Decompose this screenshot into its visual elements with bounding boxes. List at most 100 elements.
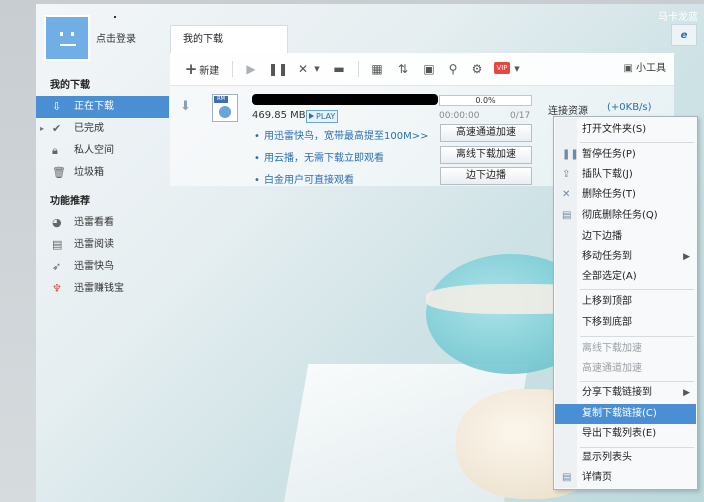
menu-item-label: 下移到底部 [582, 317, 632, 328]
toolbar-divider [358, 61, 359, 77]
pause-icon: ❚❚ [562, 149, 579, 160]
sidebar-item-private-space[interactable]: 🔒︎ 私人空间 [36, 140, 169, 162]
tab-my-downloads[interactable]: 我的下载 [170, 25, 288, 53]
menu-item-play-while-downloading[interactable]: 边下边播 [555, 227, 696, 247]
new-task-button[interactable]: + 新建 [178, 60, 226, 78]
feature-item-label: 迅雷快鸟 [74, 261, 114, 272]
task-tips: 用迅雷快鸟，宽带最高提至100M>> 用云播，无需下载立即观看 白金用户可直接观… [252, 126, 428, 192]
menu-item-label: 暂停任务(P) [582, 149, 636, 160]
gear-icon[interactable]: ⚙ [468, 60, 486, 78]
jump-queue-icon: ⇪ [562, 169, 571, 180]
menu-item-open-folder[interactable]: 打开文件夹(S) [555, 120, 696, 140]
feature-item-kuainiao[interactable]: ➶ 迅雷快鸟 [36, 256, 169, 278]
feature-item-label: 迅雷看看 [74, 217, 114, 228]
skin-name: 马卡龙蓝 [658, 12, 698, 23]
vip-icon[interactable]: VIP [494, 62, 510, 74]
menu-item-move-top[interactable]: 上移到顶部 [555, 292, 696, 312]
browser-icon[interactable]: e [671, 24, 697, 46]
menu-item-label: 插队下载(J) [582, 169, 633, 180]
menu-item-export-list[interactable]: 导出下载列表(E) [555, 424, 696, 444]
status-dot [114, 16, 116, 18]
menu-item-jump-queue[interactable]: ⇪ 插队下载(J) [555, 165, 696, 185]
context-menu: 打开文件夹(S) ❚❚ 暂停任务(P) ⇪ 插队下载(J) ✕ 删除任务(T) ▤ 彻底… [553, 116, 698, 490]
download-arrow-icon: ⬇ [180, 99, 191, 114]
sort-icon[interactable]: ⇅ [394, 60, 412, 78]
video-icon: ◕ [52, 216, 62, 229]
menu-item-high-speed-channel: 高速通道加速 [555, 359, 696, 379]
feature-item-reading[interactable]: ▤ 迅雷阅读 [36, 234, 169, 256]
avatar-eyes [57, 32, 79, 36]
sidebar-item-label: 垃圾箱 [74, 167, 104, 178]
delete-icon: ✕ [562, 189, 571, 200]
book-icon: ▤ [52, 238, 63, 251]
feature-item-label: 迅雷阅读 [74, 239, 114, 250]
delete-permanently-icon: ▤ [562, 210, 572, 221]
tip-kuainiao-link[interactable]: 用迅雷快鸟，宽带最高提至100M>> [252, 126, 428, 148]
file-play-icon [219, 106, 231, 118]
menu-item-label: 打开文件夹(S) [582, 124, 647, 135]
download-icon: ⇩ [52, 100, 62, 113]
sidebar-item-label: 已完成 [74, 123, 104, 134]
feature-item-kankan[interactable]: ◕ 迅雷看看 [36, 212, 169, 234]
menu-item-label: 移动任务到 [582, 251, 632, 262]
sidebar-item-completed[interactable]: ▸ ✔ 已完成 [36, 118, 169, 140]
high-speed-channel-button[interactable]: 高速通道加速 [440, 124, 532, 142]
feature-item-treasure[interactable]: ♆ 迅雷赚钱宝 [36, 278, 169, 300]
start-icon[interactable]: ▶ [242, 60, 260, 78]
video-file-icon: RM [212, 94, 238, 122]
check-icon: ✔ [52, 122, 62, 135]
task-file-count: 0/17 [510, 111, 531, 121]
menu-item-move-bottom[interactable]: 下移到底部 [555, 313, 696, 333]
sidebar-section-features: 功能推荐 [50, 196, 90, 207]
toolbar-divider [232, 61, 233, 77]
menu-item-share-link[interactable]: 分享下载链接到 ▶ [555, 383, 696, 403]
expand-arrow-icon[interactable]: ▸ [40, 118, 44, 140]
menu-item-copy-link[interactable]: 复制下载链接(C) [555, 404, 696, 424]
tools-button[interactable]: ▣ 小工具 [624, 60, 666, 78]
details-icon: ▤ [562, 472, 572, 483]
task-filename-redacted[interactable] [252, 94, 438, 105]
chevron-down-icon[interactable]: ▼ [312, 60, 322, 78]
grid-view-icon[interactable]: ▦ [368, 60, 386, 78]
search-icon[interactable]: ⚲ [444, 60, 462, 78]
play-button[interactable]: PLAY [306, 110, 339, 123]
menu-item-select-all[interactable]: 全部选定(A) [555, 267, 696, 287]
file-type-label: RM [214, 96, 228, 103]
tools-label: 小工具 [636, 63, 666, 74]
menu-item-details[interactable]: ▤ 详情页 [555, 468, 696, 488]
menu-item-label: 删除任务(T) [582, 189, 636, 200]
toolbar: + 新建 ▶ ❚❚ ✕ ▼ ▬ ▦ ⇅ ▣ ⚲ ⚙ VIP ▼ ▣ 小工具 [170, 53, 674, 86]
menu-item-show-list-header[interactable]: 显示列表头 [555, 448, 696, 468]
folder-icon[interactable]: ▬ [330, 60, 348, 78]
sidebar-item-trash[interactable]: 🗑︎ 垃圾箱 [36, 162, 169, 184]
menu-item-label: 全部选定(A) [582, 271, 637, 282]
new-task-label: 新建 [199, 66, 220, 77]
lock-icon: 🔒︎ [52, 144, 58, 157]
tip-platinum-link[interactable]: 白金用户可直接观看 [252, 170, 428, 192]
sidebar-item-downloading[interactable]: ⇩ 正在下载 [36, 96, 169, 118]
login-link[interactable]: 点击登录 [96, 30, 136, 45]
tip-cloud-play-link[interactable]: 用云播，无需下载立即观看 [252, 148, 428, 170]
delete-icon[interactable]: ✕ [294, 60, 312, 78]
menu-item-label: 复制下载链接(C) [582, 408, 657, 419]
play-while-downloading-button[interactable]: 边下边播 [440, 167, 532, 185]
chevron-down-icon[interactable]: ▼ [512, 60, 522, 78]
menu-item-label: 彻底删除任务(Q) [582, 210, 658, 221]
menu-item-label: 导出下载列表(E) [582, 428, 657, 439]
menu-item-label: 边下边播 [582, 231, 622, 242]
sidebar-section-my-downloads: 我的下载 [50, 80, 90, 91]
menu-separator [580, 336, 694, 337]
treasure-icon: ♆ [52, 282, 62, 295]
offline-download-button[interactable]: 离线下载加速 [440, 146, 532, 164]
menu-item-pause[interactable]: ❚❚ 暂停任务(P) [555, 145, 696, 165]
menu-item-label: 离线下载加速 [582, 343, 642, 354]
pause-icon[interactable]: ❚❚ [268, 60, 288, 78]
menu-item-move-task[interactable]: 移动任务到 ▶ [555, 247, 696, 267]
task-size: 469.85 MB [252, 110, 306, 121]
menu-item-delete[interactable]: ✕ 删除任务(T) [555, 185, 696, 205]
menu-item-label: 显示列表头 [582, 452, 632, 463]
avatar[interactable] [44, 15, 90, 61]
menu-item-delete-permanently[interactable]: ▤ 彻底删除任务(Q) [555, 206, 696, 226]
counter-icon[interactable]: ▣ [420, 60, 438, 78]
